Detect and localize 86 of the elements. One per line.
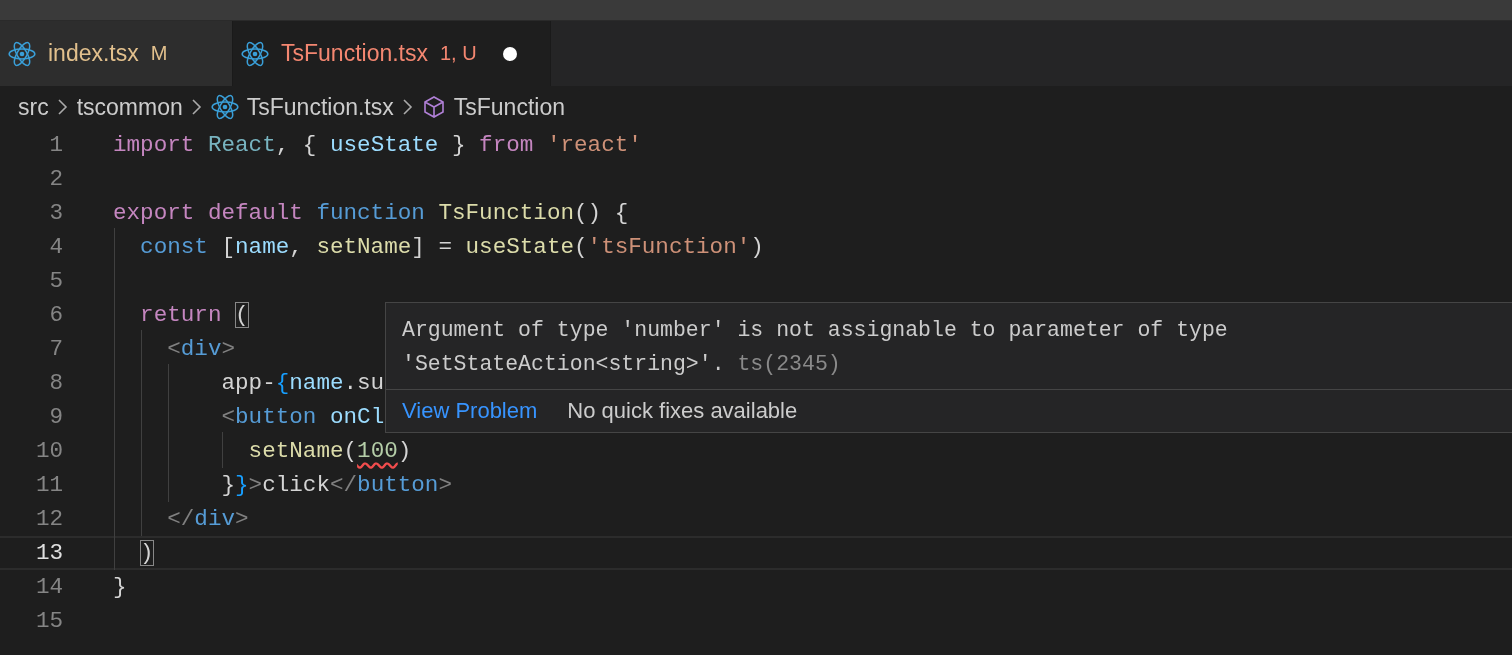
code-token: ( xyxy=(343,438,358,464)
code-token: ) xyxy=(397,438,412,464)
code-token: () { xyxy=(574,200,629,226)
line-number: 15 xyxy=(34,608,63,634)
line-number: 1 xyxy=(48,132,63,158)
line-number: 12 xyxy=(34,506,63,532)
code-token: } xyxy=(235,472,249,498)
code-token: React xyxy=(207,132,276,158)
line-number: 10 xyxy=(34,438,63,464)
code-token: useState xyxy=(465,234,574,260)
line-number: 14 xyxy=(34,574,63,600)
code-token: setName xyxy=(248,438,344,464)
react-icon xyxy=(210,94,239,120)
code-token: > xyxy=(248,472,263,498)
react-icon xyxy=(241,40,269,67)
code-token: .su xyxy=(343,370,385,396)
chevron-icon xyxy=(190,98,203,116)
code-token: onCl xyxy=(329,404,385,430)
code-token: ] = xyxy=(411,234,453,260)
code-token: , { xyxy=(275,132,318,158)
code-token: app- xyxy=(221,370,276,396)
code-token: > xyxy=(221,336,236,362)
breadcrumb-item[interactable]: src xyxy=(18,93,49,121)
editor-tab[interactable]: TsFunction.tsx 1, U xyxy=(233,21,551,86)
error-code: ts(2345) xyxy=(737,352,841,376)
code-token: </ xyxy=(167,506,195,532)
tab-status: 1, U xyxy=(440,42,477,65)
editor-tab[interactable]: index.tsx M xyxy=(0,21,233,86)
code-token: function xyxy=(316,200,426,226)
code-token: button xyxy=(357,472,439,498)
breadcrumb-item[interactable]: TsFunction.tsx xyxy=(246,93,394,121)
code-token: ) xyxy=(140,540,154,566)
line-number: 5 xyxy=(48,268,63,294)
error-token: 100 xyxy=(357,438,398,464)
tab-label: index.tsx xyxy=(48,40,139,67)
code-token: name xyxy=(289,370,344,396)
chevron-icon xyxy=(56,98,69,116)
code-token: name xyxy=(235,234,290,260)
code-token: useState xyxy=(329,132,439,158)
code-token: [ xyxy=(220,234,236,260)
line-number: 3 xyxy=(48,200,63,226)
code-token: } xyxy=(221,472,236,498)
code-token: div xyxy=(180,336,222,362)
tab-label: TsFunction.tsx xyxy=(281,40,428,67)
code-token: TsFunction xyxy=(438,200,574,226)
line-number: 6 xyxy=(48,302,63,328)
line-number: 8 xyxy=(48,370,63,396)
code-token: return xyxy=(140,302,223,328)
code-token: ( xyxy=(574,234,588,260)
code-token: const xyxy=(140,234,208,260)
react-icon xyxy=(8,40,36,67)
quick-fix-note: No quick fixes available xyxy=(567,398,798,424)
code-token: } xyxy=(113,574,127,600)
code-token: from xyxy=(479,132,535,158)
code-token: ) xyxy=(750,234,764,260)
code-token: ( xyxy=(235,302,249,328)
code-token: import xyxy=(113,132,196,158)
line-number: 9 xyxy=(48,404,63,430)
code-token: 'tsFunction' xyxy=(587,234,751,260)
cube-icon xyxy=(421,95,446,119)
breadcrumb-item[interactable]: tscommon xyxy=(76,93,183,121)
breadcrumb-item[interactable]: TsFunction xyxy=(453,93,565,121)
line-number: 7 xyxy=(48,336,63,362)
line-number: 4 xyxy=(48,234,63,260)
line-number: 2 xyxy=(48,166,63,192)
code-token: export default xyxy=(113,200,304,226)
code-token: setName xyxy=(316,234,412,260)
view-problem-link[interactable]: View Problem xyxy=(402,398,538,424)
code-token: div xyxy=(194,506,236,532)
code-token: button xyxy=(235,404,318,430)
code-token: > xyxy=(235,506,249,532)
error-message: 'SetStateAction<string>'. ts(2345) xyxy=(402,351,842,378)
code-token: > xyxy=(438,472,452,498)
tab-status: M xyxy=(150,42,168,65)
code-token: click xyxy=(262,472,330,498)
code-token: } xyxy=(450,132,467,158)
chevron-icon xyxy=(401,98,414,116)
code-token: < xyxy=(167,336,181,362)
code-token: { xyxy=(275,370,290,396)
error-message: Argument of type 'number' is not assignable to parameter of type xyxy=(402,317,1229,344)
code-token: < xyxy=(221,404,236,430)
code-token: </ xyxy=(329,472,358,498)
line-number: 13 xyxy=(34,540,63,566)
code-token: , xyxy=(289,234,304,260)
line-number: 11 xyxy=(34,472,63,498)
code-token: 'react' xyxy=(546,132,642,158)
